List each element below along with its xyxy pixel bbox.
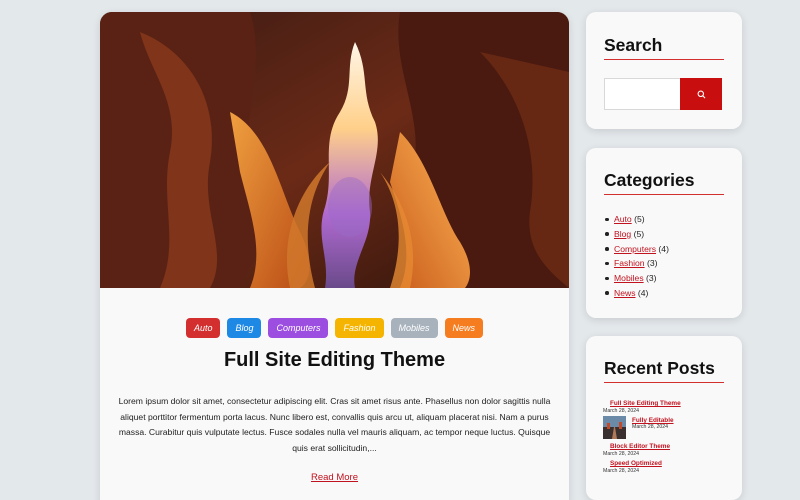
recent-post-item: Full Site Editing Theme xyxy=(610,400,681,407)
category-link-computers[interactable]: Computers xyxy=(614,244,656,254)
recent-post-date-text: March 28, 2024 xyxy=(603,451,640,457)
recent-post-title[interactable]: Fully Editable xyxy=(632,417,674,424)
category-count: (4) xyxy=(658,243,669,254)
recent-posts-widget-title: Recent Posts xyxy=(604,358,724,383)
recent-post-item: Fully Editable March 28, 2024 xyxy=(632,417,674,430)
category-link-news[interactable]: News xyxy=(614,288,636,298)
read-more-link[interactable]: Read More xyxy=(100,472,569,483)
category-list: Auto (5) Blog (5) Computers (4) Fashion … xyxy=(605,212,669,301)
search-input[interactable] xyxy=(604,78,680,110)
post-excerpt: Lorem ipsum dolor sit amet, consectetur … xyxy=(118,396,551,453)
category-count: (3) xyxy=(646,258,658,269)
recent-post-date-text: March 28, 2024 xyxy=(632,424,669,430)
category-count: (5) xyxy=(633,228,645,239)
category-item: Fashion (3) xyxy=(605,256,669,271)
category-link-auto[interactable]: Auto xyxy=(614,214,632,224)
category-chip-fashion[interactable]: Fashion xyxy=(335,318,384,338)
recent-post-date: March 28, 2024 xyxy=(603,408,639,414)
category-count: (4) xyxy=(637,287,649,298)
recent-post-date-text: March 28, 2024 xyxy=(603,408,640,414)
featured-image[interactable] xyxy=(100,12,569,288)
recent-post-item: Speed Optimized xyxy=(610,460,662,467)
category-chip-blog[interactable]: Blog xyxy=(227,318,262,338)
categories-widget-title: Categories xyxy=(604,170,724,195)
category-item: Computers (4) xyxy=(605,242,669,257)
recent-posts-widget: Recent Posts Full Site Editing Theme Mar… xyxy=(586,336,742,500)
recent-post-thumbnail[interactable] xyxy=(603,416,626,439)
category-chip-computers[interactable]: Computers xyxy=(268,318,329,338)
category-count: (5) xyxy=(634,214,645,224)
category-item: Blog (5) xyxy=(605,227,669,242)
category-chip-auto[interactable]: Auto xyxy=(185,318,221,338)
category-item: Mobiles (3) xyxy=(605,271,669,286)
recent-post-title[interactable]: Full Site Editing Theme xyxy=(610,400,681,407)
post-category-chips: Auto Blog Computers Fashion Mobiles News xyxy=(100,318,569,338)
recent-post-date-text: March 28, 2024 xyxy=(603,468,640,474)
search-button[interactable] xyxy=(680,78,722,110)
recent-post-item: Block Editor Theme xyxy=(610,443,670,450)
recent-post-date: March 28, 2024 xyxy=(603,451,639,457)
post-card: Auto Blog Computers Fashion Mobiles News… xyxy=(100,12,569,500)
category-item: News (4) xyxy=(605,286,669,301)
recent-post-title[interactable]: Speed Optimized xyxy=(610,460,662,467)
recent-post-date: March 28, 2024 xyxy=(603,468,639,474)
search-icon xyxy=(697,90,705,98)
search-widget-title: Search xyxy=(604,35,724,60)
category-link-mobiles[interactable]: Mobiles xyxy=(614,273,644,283)
recent-post-title[interactable]: Block Editor Theme xyxy=(610,443,670,450)
categories-widget: Categories Auto (5) Blog (5) Computers (… xyxy=(586,148,742,318)
category-item: Auto (5) xyxy=(605,212,669,227)
category-count: (3) xyxy=(646,273,657,284)
category-link-blog[interactable]: Blog xyxy=(614,229,631,239)
search-widget: Search xyxy=(586,12,742,129)
category-link-fashion[interactable]: Fashion xyxy=(614,258,645,268)
category-chip-news[interactable]: News xyxy=(444,318,484,338)
post-title[interactable]: Full Site Editing Theme xyxy=(100,349,569,372)
category-chip-mobiles[interactable]: Mobiles xyxy=(390,318,438,338)
